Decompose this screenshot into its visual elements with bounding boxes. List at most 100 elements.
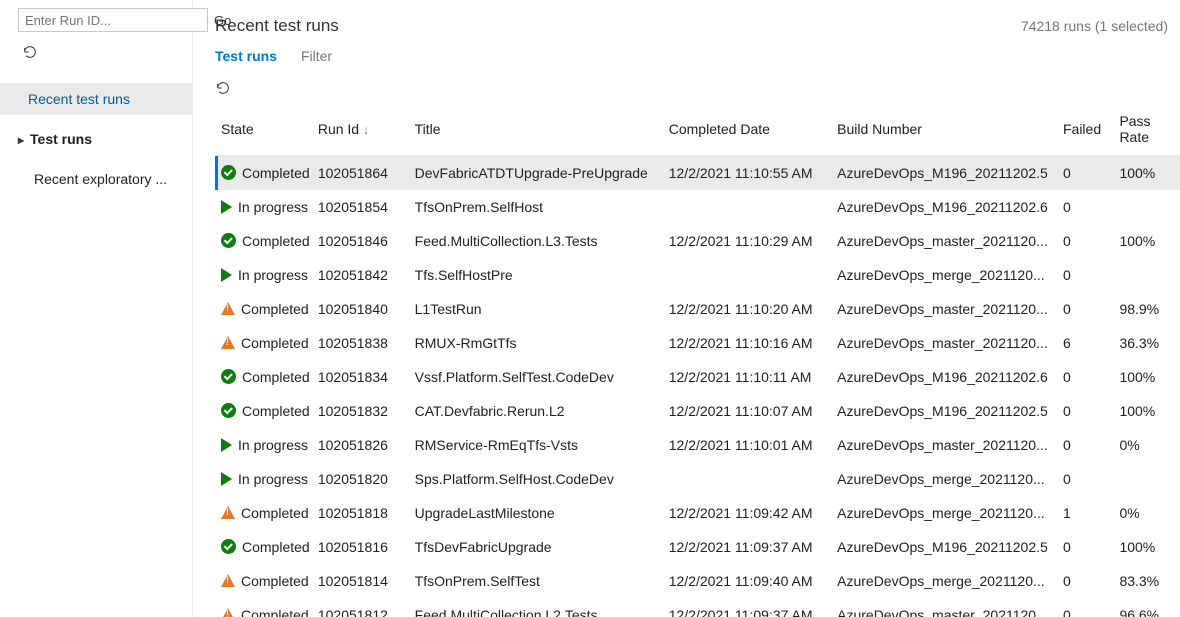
cell-state: Completed bbox=[215, 394, 318, 428]
cell-passrate: 100% bbox=[1119, 224, 1180, 258]
cell-date: 12/2/2021 11:10:11 AM bbox=[669, 360, 837, 394]
run-id-input[interactable] bbox=[18, 8, 208, 32]
table-row[interactable]: In progress 102051854 TfsOnPrem.SelfHost… bbox=[215, 190, 1180, 224]
cell-passrate: 100% bbox=[1119, 360, 1180, 394]
state-label: Completed bbox=[241, 505, 309, 521]
cell-state: In progress bbox=[215, 428, 318, 462]
cell-runid: 102051820 bbox=[318, 462, 415, 496]
cell-date: 12/2/2021 11:10:16 AM bbox=[669, 326, 837, 360]
tab-filter[interactable]: Filter bbox=[301, 48, 332, 66]
cell-state: In progress bbox=[215, 258, 318, 292]
cell-title: CAT.Devfabric.Rerun.L2 bbox=[415, 394, 669, 428]
cell-runid: 102051854 bbox=[318, 190, 415, 224]
state-label: In progress bbox=[238, 267, 308, 283]
nav-test-runs-label: Test runs bbox=[30, 131, 92, 147]
cell-passrate: 100% bbox=[1119, 156, 1180, 190]
cell-failed: 0 bbox=[1063, 598, 1119, 617]
table-row[interactable]: Completed 102051838 RMUX-RmGtTfs 12/2/20… bbox=[215, 326, 1180, 360]
runs-count-label: 74218 runs (1 selected) bbox=[1021, 18, 1168, 34]
success-icon bbox=[221, 539, 236, 554]
cell-passrate: 0% bbox=[1119, 496, 1180, 530]
cell-build: AzureDevOps_merge_2021120... bbox=[837, 496, 1063, 530]
progress-icon bbox=[221, 438, 232, 452]
cell-runid: 102051818 bbox=[318, 496, 415, 530]
cell-title: Feed.MultiCollection.L3.Tests bbox=[415, 224, 669, 258]
table-row[interactable]: Completed 102051814 TfsOnPrem.SelfTest 1… bbox=[215, 564, 1180, 598]
table-row[interactable]: Completed 102051864 DevFabricATDTUpgrade… bbox=[215, 156, 1180, 190]
cell-title: Feed.MultiCollection.L2.Tests bbox=[415, 598, 669, 617]
tab-test-runs[interactable]: Test runs bbox=[215, 48, 277, 66]
progress-icon bbox=[221, 200, 232, 214]
table-row[interactable]: In progress 102051826 RMService-RmEqTfs-… bbox=[215, 428, 1180, 462]
col-passrate[interactable]: Pass Rate bbox=[1119, 105, 1180, 156]
cell-state: Completed bbox=[215, 224, 318, 258]
cell-build: AzureDevOps_merge_2021120... bbox=[837, 564, 1063, 598]
state-label: In progress bbox=[238, 199, 308, 215]
cell-state: Completed bbox=[215, 496, 318, 530]
cell-failed: 0 bbox=[1063, 360, 1119, 394]
cell-build: AzureDevOps_M196_20211202.6 bbox=[837, 190, 1063, 224]
cell-failed: 0 bbox=[1063, 564, 1119, 598]
cell-date: 12/2/2021 11:10:55 AM bbox=[669, 156, 837, 190]
search-row: Go bbox=[0, 8, 192, 40]
cell-build: AzureDevOps_master_2021120... bbox=[837, 224, 1063, 258]
table-row[interactable]: Completed 102051834 Vssf.Platform.SelfTe… bbox=[215, 360, 1180, 394]
cell-build: AzureDevOps_master_2021120... bbox=[837, 326, 1063, 360]
progress-icon bbox=[221, 268, 232, 282]
table-row[interactable]: Completed 102051832 CAT.Devfabric.Rerun.… bbox=[215, 394, 1180, 428]
cell-failed: 0 bbox=[1063, 292, 1119, 326]
col-completed[interactable]: Completed Date bbox=[669, 105, 837, 156]
col-failed[interactable]: Failed bbox=[1063, 105, 1119, 156]
cell-date: 12/2/2021 11:10:20 AM bbox=[669, 292, 837, 326]
sidebar: Go Recent test runs Test runs Recent exp… bbox=[0, 0, 193, 617]
success-icon bbox=[221, 165, 236, 180]
runs-table: State Run Id↓ Title Completed Date Build… bbox=[215, 105, 1180, 617]
cell-passrate bbox=[1119, 190, 1180, 224]
state-label: Completed bbox=[242, 539, 310, 555]
cell-title: TfsOnPrem.SelfTest bbox=[415, 564, 669, 598]
refresh-icon[interactable] bbox=[22, 44, 38, 63]
cell-passrate: 100% bbox=[1119, 530, 1180, 564]
state-label: Completed bbox=[242, 233, 310, 249]
cell-state: Completed bbox=[215, 326, 318, 360]
table-row[interactable]: Completed 102051840 L1TestRun 12/2/2021 … bbox=[215, 292, 1180, 326]
nav-recent-exploratory[interactable]: Recent exploratory ... bbox=[0, 163, 192, 195]
cell-title: L1TestRun bbox=[415, 292, 669, 326]
cell-build: AzureDevOps_merge_2021120... bbox=[837, 462, 1063, 496]
cell-state: Completed bbox=[215, 360, 318, 394]
cell-state: Completed bbox=[215, 564, 318, 598]
state-label: Completed bbox=[241, 335, 309, 351]
state-label: Completed bbox=[242, 369, 310, 385]
cell-passrate: 100% bbox=[1119, 394, 1180, 428]
cell-build: AzureDevOps_M196_20211202.6 bbox=[837, 360, 1063, 394]
cell-date: 12/2/2021 11:09:40 AM bbox=[669, 564, 837, 598]
cell-state: Completed bbox=[215, 530, 318, 564]
cell-passrate bbox=[1119, 258, 1180, 292]
cell-runid: 102051826 bbox=[318, 428, 415, 462]
table-row[interactable]: Completed 102051816 TfsDevFabricUpgrade … bbox=[215, 530, 1180, 564]
col-state[interactable]: State bbox=[215, 105, 318, 156]
tabs: Test runs Filter bbox=[215, 48, 1180, 66]
success-icon bbox=[221, 233, 236, 248]
cell-date bbox=[669, 462, 837, 496]
nav-test-runs[interactable]: Test runs bbox=[0, 121, 192, 157]
col-build[interactable]: Build Number bbox=[837, 105, 1063, 156]
main-content: Recent test runs 74218 runs (1 selected)… bbox=[193, 0, 1180, 617]
cell-build: AzureDevOps_M196_20211202.5 bbox=[837, 530, 1063, 564]
cell-runid: 102051832 bbox=[318, 394, 415, 428]
nav-recent-test-runs[interactable]: Recent test runs bbox=[0, 83, 192, 115]
table-row[interactable]: In progress 102051842 Tfs.SelfHostPre Az… bbox=[215, 258, 1180, 292]
table-row[interactable]: Completed 102051812 Feed.MultiCollection… bbox=[215, 598, 1180, 617]
state-label: Completed bbox=[241, 573, 309, 589]
refresh-icon[interactable] bbox=[215, 80, 231, 99]
cell-failed: 0 bbox=[1063, 156, 1119, 190]
table-row[interactable]: In progress 102051820 Sps.Platform.SelfH… bbox=[215, 462, 1180, 496]
col-runid[interactable]: Run Id↓ bbox=[318, 105, 415, 156]
state-label: Completed bbox=[241, 607, 309, 617]
cell-failed: 0 bbox=[1063, 394, 1119, 428]
cell-failed: 6 bbox=[1063, 326, 1119, 360]
table-row[interactable]: Completed 102051846 Feed.MultiCollection… bbox=[215, 224, 1180, 258]
warn-icon bbox=[221, 608, 235, 617]
col-title[interactable]: Title bbox=[415, 105, 669, 156]
table-row[interactable]: Completed 102051818 UpgradeLastMilestone… bbox=[215, 496, 1180, 530]
